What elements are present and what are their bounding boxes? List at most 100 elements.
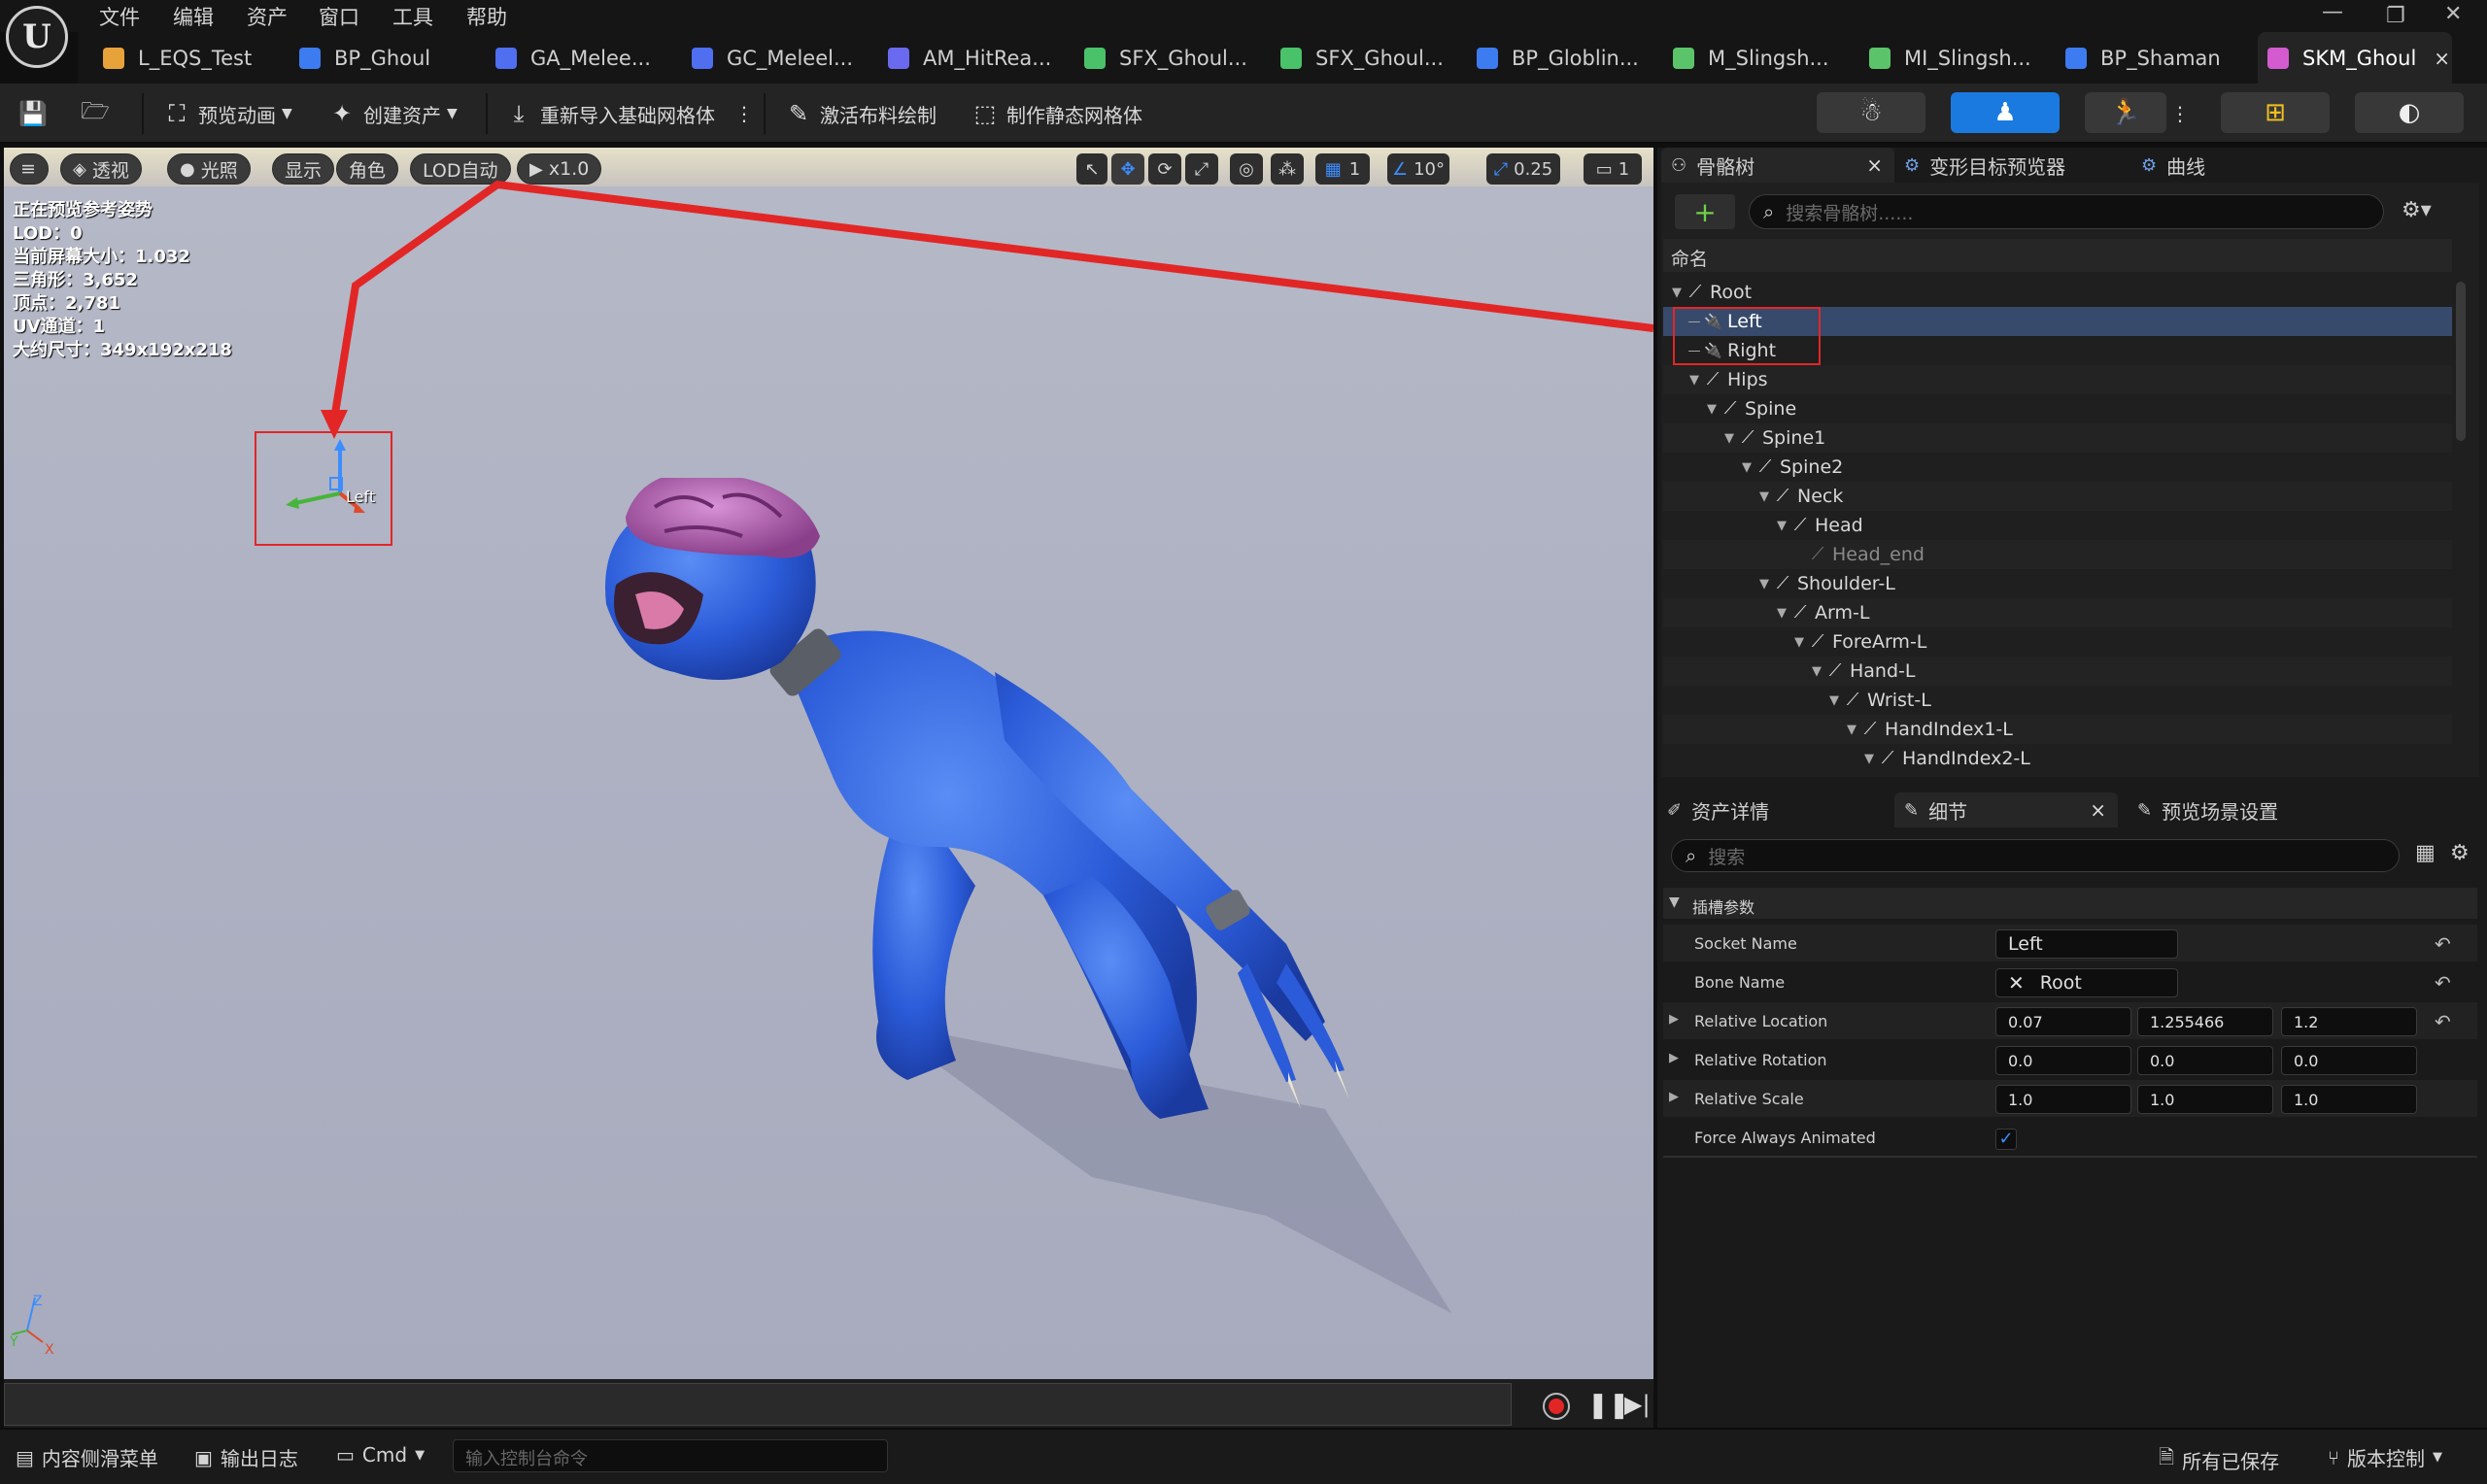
reset-icon[interactable]: ↶ [2435,932,2451,956]
close-tab-icon[interactable]: × [2434,47,2450,70]
details-search-input[interactable]: ⌕ 搜索 [1671,839,2400,872]
menu-window[interactable]: 窗口 [319,2,359,31]
viewport[interactable]: ≡ ◈ 透视 ● 光照 显示 角色 LOD自动 ▶ x1.0 ↖ ✥ ⟳ ⤢ ◎ ⁂ … [4,148,1653,1379]
asset-tab[interactable]: GC_Meleel... [682,32,867,84]
tree-item-spine1[interactable]: ▼ ⟋ Spine1 [1663,423,2452,453]
tab-details[interactable]: ✎ 细节 × [1894,793,2118,827]
menu-tools[interactable]: 工具 [392,2,433,31]
minimize-icon[interactable]: — [2322,0,2343,24]
expand-arrow-icon[interactable]: ▼ [1861,752,1877,766]
cmd-dropdown[interactable]: ▭ Cmd ▼ [336,1443,425,1467]
asset-tab[interactable]: SFX_Ghoul... [1074,32,1259,84]
asset-tab[interactable]: SKM_Ghoul × [2258,32,2452,84]
tree-item-spine[interactable]: ▼ ⟋ Spine [1663,394,2452,423]
expand-arrow-icon[interactable]: ▶ [1669,1090,1679,1104]
output-log-button[interactable]: ▣ 输出日志 [194,1443,298,1471]
add-socket-button[interactable]: + [1675,194,1735,229]
tree-item-handindex2-l[interactable]: ▼ ⟋ HandIndex2-L [1663,744,2452,773]
bone-name-field[interactable]: ✕ Root [1995,968,2178,997]
relative-scale-z[interactable]: 1.0 [2281,1085,2417,1114]
unreal-logo[interactable]: U [6,6,68,68]
expand-arrow-icon[interactable]: ▼ [1809,664,1824,679]
relative-scale-x[interactable]: 1.0 [1995,1085,2131,1114]
relative-location-x[interactable]: 0.07 [1995,1007,2131,1036]
tree-scrollbar[interactable] [2456,282,2466,441]
asset-tab[interactable]: GA_Melee... [486,32,670,84]
tree-item-arm-l[interactable]: ▼ ⟋ Arm-L [1663,598,2452,627]
asset-tab[interactable]: MI_Slingsh... [1859,32,2044,84]
expand-arrow-icon[interactable]: ▼ [1791,635,1807,650]
expand-arrow-icon[interactable]: ▶ [1669,1012,1679,1027]
expand-arrow-icon[interactable]: ▶ [1669,1051,1679,1065]
create-asset-button[interactable]: ✦ 创建资产 ▼ [328,97,458,130]
tab-morph-target[interactable]: ⚙ 变形目标预览器 [1904,148,2065,183]
asset-tab[interactable]: BP_Shaman [2056,32,2240,84]
expand-arrow-icon[interactable]: ▼ [1774,606,1789,621]
tree-item-handindex1-l[interactable]: ▼ ⟋ HandIndex1-L [1663,715,2452,744]
blueprint-mode-button[interactable]: ⊞ [2221,92,2330,133]
timeline-scrubber[interactable] [4,1383,1512,1426]
physics-mode-button[interactable]: ◐ [2355,92,2464,133]
mesh-mode-button[interactable]: ♟ [1951,92,2060,133]
save-button[interactable]: 💾 [18,97,54,130]
expand-arrow-icon[interactable]: ▼ [1704,402,1720,417]
skeleton-search-input[interactable]: ⌕ 搜索骨骼树...... [1749,194,2384,229]
restore-icon[interactable]: ❐ [2386,4,2405,28]
expand-arrow-icon[interactable]: ▼ [1739,460,1755,475]
relative-location-z[interactable]: 1.2 [2281,1007,2417,1036]
tab-asset-details[interactable]: ✐ 资产详情 [1667,793,1769,827]
all-saved-button[interactable]: 🗎 所有已保存 [2159,1443,2279,1476]
tab-curves[interactable]: ⚙ 曲线 [2141,148,2205,183]
skeleton-mode-button[interactable]: ☃ [1817,92,1925,133]
expand-arrow-icon[interactable]: ▼ [1826,693,1842,708]
step-forward-icon[interactable]: ▶| [1624,1391,1651,1418]
animation-mode-button[interactable]: 🏃 [2085,92,2166,133]
asset-tab[interactable]: AM_HitRea... [878,32,1063,84]
reset-icon[interactable]: ↶ [2435,1010,2451,1033]
source-control-button[interactable]: ⑂ 版本控制 ▼ [2328,1443,2442,1471]
mode-more-icon[interactable]: ⋮ [2170,97,2190,130]
socket-name-field[interactable]: Left [1995,929,2178,959]
force-animated-checkbox[interactable]: ✓ [1995,1129,2017,1150]
tree-item-shoulder-l[interactable]: ▼ ⟋ Shoulder-L [1663,569,2452,598]
socket-gizmo[interactable] [286,439,392,526]
browse-button[interactable]: 🗁 [81,97,117,130]
console-input[interactable]: 输入控制台命令 [453,1439,888,1472]
settings-gear-icon[interactable]: ⚙▾ [2402,198,2432,222]
expand-arrow-icon[interactable]: ▼ [1756,577,1772,591]
expand-arrow-icon[interactable]: ▼ [1756,489,1772,504]
relative-rotation-x[interactable]: 0.0 [1995,1046,2131,1075]
record-button[interactable] [1543,1393,1570,1420]
relative-rotation-z[interactable]: 0.0 [2281,1046,2417,1075]
expand-arrow-icon[interactable]: ▼ [1669,286,1685,300]
asset-tab[interactable]: M_Slingsh... [1663,32,1848,84]
tree-item-head_end[interactable]: ⟋ Head_end [1663,540,2452,569]
asset-tab[interactable]: BP_Globlin... [1467,32,1652,84]
menu-asset[interactable]: 资产 [247,2,288,31]
tree-item-head[interactable]: ▼ ⟋ Head [1663,511,2452,540]
more-options-icon[interactable]: ⋮ [734,97,754,130]
tab-preview-scene[interactable]: ✎ 预览场景设置 [2137,793,2278,827]
expand-arrow-icon[interactable]: ▼ [1774,519,1789,533]
relative-location-y[interactable]: 1.255466 [2137,1007,2273,1036]
tree-item-hand-l[interactable]: ▼ ⟋ Hand-L [1663,657,2452,686]
tab-skeleton-tree[interactable]: ⚇ 骨骼树 × [1661,148,1894,183]
menu-help[interactable]: 帮助 [466,2,507,31]
relative-scale-y[interactable]: 1.0 [2137,1085,2273,1114]
asset-tab[interactable]: SFX_Ghoul... [1271,32,1455,84]
expand-arrow-icon[interactable]: ▼ [1844,723,1859,737]
close-tab-icon[interactable]: × [2090,798,2106,822]
tree-item-wrist-l[interactable]: ▼ ⟋ Wrist-L [1663,686,2452,715]
reset-icon[interactable]: ↶ [2435,971,2451,995]
asset-tab[interactable]: L_EQS_Test [93,32,278,84]
tree-item-hips[interactable]: ▼ ⟋ Hips [1663,365,2452,394]
details-settings-icon[interactable]: ⚙ [2450,841,2470,865]
tree-item-spine2[interactable]: ▼ ⟋ Spine2 [1663,453,2452,482]
clear-icon[interactable]: ✕ [2008,971,2025,995]
asset-tab[interactable]: BP_Ghoul [290,32,474,84]
tree-item-root[interactable]: ▼ ⟋ Root [1663,278,2452,307]
tree-item-neck[interactable]: ▼ ⟋ Neck [1663,482,2452,511]
tree-item-forearm-l[interactable]: ▼ ⟋ ForeArm-L [1663,627,2452,657]
activate-cloth-button[interactable]: ✎ 激活布料绘制 [785,97,937,130]
table-view-icon[interactable]: ▦ [2415,841,2436,865]
